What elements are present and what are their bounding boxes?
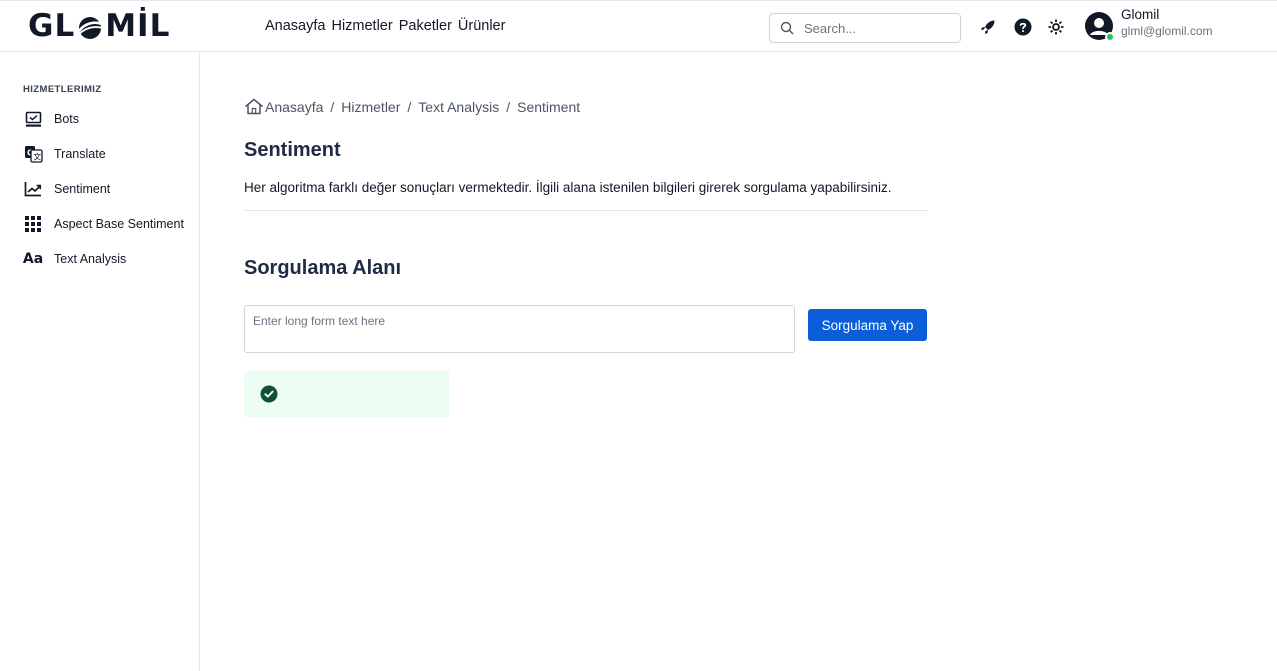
nav-urunler[interactable]: Ürünler [458,18,506,34]
sidebar-item-text-analysis[interactable]: Aa Text Analysis [23,247,193,271]
sidebar-item-label: Sentiment [54,182,111,196]
breadcrumb-separator: / [407,98,412,115]
page-description: Her algoritma farklı değer sonuçları ver… [244,180,892,195]
svg-text:文: 文 [33,151,41,161]
breadcrumb-text-analysis[interactable]: Text Analysis [418,99,499,115]
logo-text-left: GL [28,8,76,44]
rocket-icon[interactable] [979,18,997,36]
help-icon[interactable] [1014,18,1032,36]
sidebar-item-sentiment[interactable]: Sentiment [23,177,193,201]
main-nav: Anasayfa Hizmetler Paketler Ürünler [265,18,505,34]
user-email: glml@glomil.com [1121,24,1213,38]
section-title: Sorgulama Alanı [244,257,402,279]
sidebar: HIZMETLERIMIZ Bots G 文 Translate Sentime… [0,52,200,671]
sidebar-item-label: Translate [54,147,106,161]
trend-chart-icon [23,179,43,199]
sorgulama-yap-button[interactable]: Sorgulama Yap [808,309,927,341]
sidebar-item-label: Aspect Base Sentiment [54,217,184,231]
sidebar-item-bots[interactable]: Bots [23,107,193,131]
settings-icon[interactable] [1047,18,1065,36]
avatar[interactable] [1084,11,1115,42]
nav-hizmetler[interactable]: Hizmetler [331,18,392,34]
sidebar-title: HIZMETLERIMIZ [23,84,102,95]
planet-icon [77,13,104,39]
breadcrumb-separator: / [330,98,335,115]
sidebar-item-label: Text Analysis [54,252,127,266]
breadcrumb-sentiment[interactable]: Sentiment [517,99,580,115]
nav-paketler[interactable]: Paketler [399,18,452,34]
sidebar-item-translate[interactable]: G 文 Translate [23,142,193,166]
logo-text-right: MİL [105,8,171,44]
home-icon[interactable] [244,98,264,115]
divider [244,210,928,211]
translate-icon: G 文 [23,144,43,164]
breadcrumb-separator: / [506,98,511,115]
grid-dots-icon [23,214,43,234]
breadcrumb-anasayfa[interactable]: Anasayfa [265,99,323,115]
breadcrumb-hizmetler[interactable]: Hizmetler [341,99,400,115]
online-status-dot [1105,32,1115,42]
sidebar-item-aspect-base-sentiment[interactable]: Aspect Base Sentiment [23,212,193,236]
nav-anasayfa[interactable]: Anasayfa [265,18,325,34]
page-title: Sentiment [244,139,341,161]
result-success-box [244,371,449,417]
breadcrumb: Anasayfa / Hizmetler / Text Analysis / S… [244,98,580,115]
search-icon [780,21,794,35]
sidebar-item-label: Bots [54,112,80,126]
search-input[interactable] [804,20,954,36]
long-text-input[interactable] [244,305,795,353]
monitor-icon [23,109,43,129]
text-aa-icon: Aa [22,251,44,267]
check-circle-icon [260,385,278,403]
user-name: Glomil [1121,7,1160,22]
top-header: GL MİL Anasayfa Hizmetler Paketler Ürünl… [0,0,1277,52]
search-box[interactable] [769,13,961,43]
glomil-logo[interactable]: GL MİL [28,8,171,44]
